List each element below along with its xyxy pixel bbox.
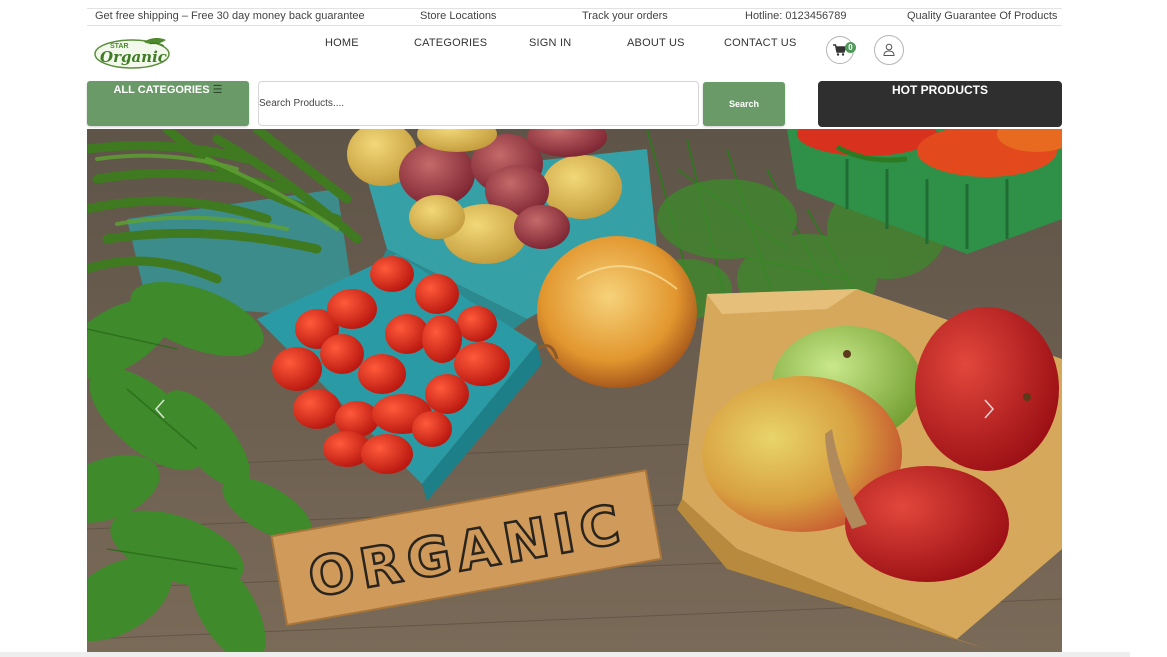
slider-prev-arrow[interactable] [153,398,167,420]
user-account-button[interactable] [874,35,904,65]
hero-image: ORGANIC [87,129,1062,653]
user-icon [883,43,895,56]
nav-contact-us[interactable]: CONTACT US [724,37,797,49]
search-button[interactable]: Search [703,82,785,126]
hamburger-icon: ☰ [212,84,223,96]
hero-slider: ORGANIC [87,129,1062,653]
search-input[interactable] [258,81,699,126]
store-locations-link[interactable]: Store Locations [420,10,496,22]
cart-button[interactable]: 0 [826,36,856,64]
top-info-bar: Get free shipping – Free 30 day money ba… [87,8,1062,26]
quality-guarantee-text: Quality Guarantee Of Products [907,10,1058,22]
horizontal-scrollbar[interactable] [0,652,1130,657]
chevron-left-icon [154,399,165,419]
nav-sign-in[interactable]: SIGN IN [529,37,571,49]
hot-products-button[interactable]: HOT PRODUCTS [818,81,1062,127]
nav-home[interactable]: HOME [325,37,359,49]
all-categories-button[interactable]: ALL CATEGORIES ☰ [87,81,249,126]
slider-next-arrow[interactable] [982,398,996,420]
track-orders-link[interactable]: Track your orders [582,10,668,22]
shipping-text: Get free shipping – Free 30 day money ba… [95,10,365,22]
nav-categories[interactable]: CATEGORIES [414,37,487,49]
site-logo[interactable]: STAR Organic [94,36,172,70]
hotline-text: Hotline: 0123456789 [745,10,847,22]
nav-about-us[interactable]: ABOUT US [627,37,685,49]
cart-count-badge: 0 [845,42,856,53]
logo-organic-text: Organic [100,48,167,66]
all-categories-label: ALL CATEGORIES [113,84,210,96]
chevron-right-icon [984,399,995,419]
